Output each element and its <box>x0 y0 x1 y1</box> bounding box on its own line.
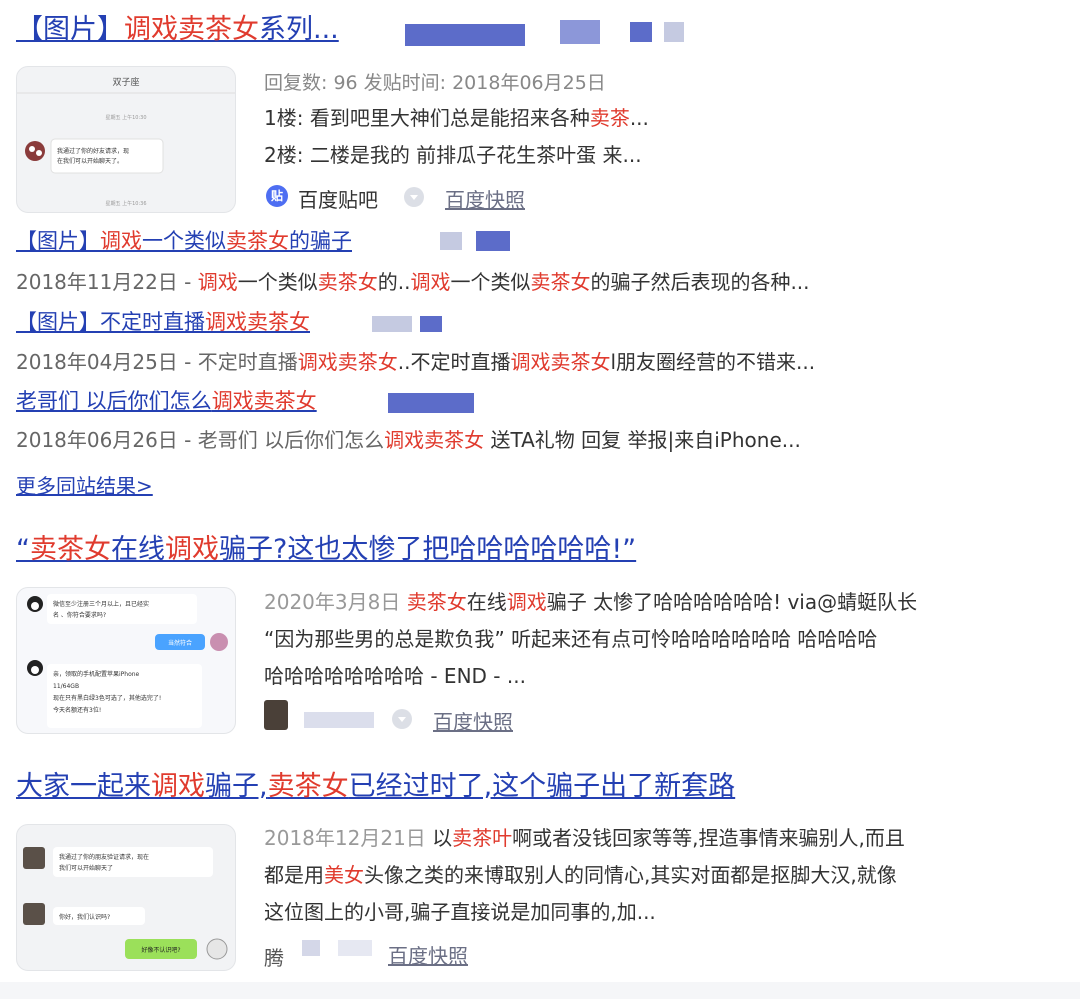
sub-result-1-title[interactable]: 【图片】调戏一个类似卖茶女的骗子 <box>16 229 352 253</box>
qq-chat-image: 微信至少注册三个月以上，且已经实 名 、你符合要求吗? 当然符合 亲，领取的手机… <box>27 594 228 728</box>
snapshot-link[interactable]: 百度快照 <box>445 184 525 213</box>
svg-text:在我们可以开始聊天了。: 在我们可以开始聊天了。 <box>57 157 123 165</box>
snapshot-link[interactable]: 百度快照 <box>433 706 513 735</box>
redacted-block <box>388 393 474 413</box>
title-suffix: 系列... <box>259 14 339 45</box>
svg-text:当然符合: 当然符合 <box>168 639 192 647</box>
redacted-block <box>630 22 652 42</box>
result-2-thumbnail[interactable]: 微信至少注册三个月以上，且已经实 名 、你符合要求吗? 当然符合 亲，领取的手机… <box>16 587 236 734</box>
svg-text:今天名额还有3位!: 今天名额还有3位! <box>53 706 101 714</box>
result-2-line-3: 哈哈哈哈哈哈哈哈 - END - ... <box>264 664 526 688</box>
result-3-title[interactable]: 大家一起来调戏骗子,卖茶女已经过时了,这个骗子出了新套路 <box>16 771 735 802</box>
result-2-title[interactable]: “卖茶女在线调戏骗子?这也太惨了把哈哈哈哈哈哈!” <box>16 534 636 565</box>
title-prefix: 【图片】 <box>16 14 124 45</box>
redacted-block <box>372 316 412 332</box>
sub-result-1-snippet: 2018年11月22日 - 调戏一个类似卖茶女的..调戏一个类似卖茶女的骗子然后… <box>16 270 810 294</box>
result-2-line-2: “因为那些男的总是欺负我” 听起来还有点可怜哈哈哈哈哈哈 哈哈哈哈 <box>264 627 878 651</box>
svg-text:名 、你符合要求吗?: 名 、你符合要求吗? <box>53 611 106 619</box>
redacted-block <box>476 231 510 251</box>
redacted-block <box>664 22 684 42</box>
result-1-meta: 回复数: 96 发贴时间: 2018年06月25日 <box>264 72 606 94</box>
source-name[interactable]: 百度贴吧 <box>298 184 378 213</box>
chat-screenshot-image: 双子座 星期五 上午10:30 我通过了你的好友请求，现 在我们可以开始聊天了。… <box>17 76 235 207</box>
thumb-time: 星期五 上午10:30 <box>106 114 147 121</box>
snapshot-link[interactable]: 百度快照 <box>388 940 468 969</box>
source-avatar <box>264 700 288 730</box>
result-1-title[interactable]: 【图片】调戏卖茶女系列... <box>16 14 339 45</box>
wechat-chat-image: 我通过了你的朋友验证请求，现在 我们可以开始聊天了 你好，我们认识吗? 好像不认… <box>23 847 228 960</box>
thumb-time: 星期五 上午10:36 <box>106 200 147 207</box>
dropdown-circle-icon[interactable] <box>404 187 424 207</box>
tieba-icon: 贴 <box>266 185 288 207</box>
redacted-block <box>302 940 320 956</box>
result-3-line-1: 2018年12月21日 以卖茶叶啊或者没钱回家等等,捏造事情来骗别人,而且 <box>264 826 905 850</box>
thumb-header: 双子座 <box>112 76 139 88</box>
result-3-thumbnail[interactable]: 我通过了你的朋友验证请求，现在 我们可以开始聊天了 你好，我们认识吗? 好像不认… <box>16 824 236 971</box>
svg-text:微信至少注册三个月以上，且已经实: 微信至少注册三个月以上，且已经实 <box>53 600 149 608</box>
redacted-block <box>405 24 525 46</box>
result-3-line-2: 都是用美女头像之类的来博取别人的同情心,其实对面都是抠脚大汉,就像 <box>264 863 897 887</box>
svg-text:亲，领取的手机配置苹果iPhone: 亲，领取的手机配置苹果iPhone <box>53 670 140 678</box>
floor-2: 2楼: 二楼是我的 前排瓜子花生茶叶蛋 来... <box>264 143 642 167</box>
svg-text:我通过了你的好友请求，现: 我通过了你的好友请求，现 <box>57 147 129 155</box>
sub-result-3-snippet: 2018年06月26日 - 老哥们 以后你们怎么调戏卖茶女 送TA礼物 回复 举… <box>16 428 801 452</box>
source-char: 腾 <box>264 946 284 970</box>
sub-result-2-title[interactable]: 【图片】不定时直播调戏卖茶女 <box>16 310 310 334</box>
result-2-line-1: 2020年3月8日 卖茶女在线调戏骗子 太惨了哈哈哈哈哈哈! via@蜻蜓队长 <box>264 590 918 614</box>
redacted-block <box>560 20 600 44</box>
sub-result-3-title[interactable]: 老哥们 以后你们怎么调戏卖茶女 <box>16 389 317 413</box>
svg-text:我们可以开始聊天了: 我们可以开始聊天了 <box>59 864 113 872</box>
svg-text:现在只有黑白绿3色可选了，其他选完了!: 现在只有黑白绿3色可选了，其他选完了! <box>53 694 161 702</box>
more-results-link[interactable]: 更多同站结果> <box>16 470 153 499</box>
redacted-block <box>338 940 372 956</box>
svg-text:我通过了你的朋友验证请求，现在: 我通过了你的朋友验证请求，现在 <box>59 853 149 861</box>
svg-text:你好，我们认识吗?: 你好，我们认识吗? <box>59 913 110 921</box>
redacted-block <box>420 316 442 332</box>
redacted-block <box>440 232 462 250</box>
redacted-block <box>304 712 374 728</box>
page-bottom-band <box>0 982 1080 999</box>
dropdown-circle-icon[interactable] <box>392 709 412 729</box>
title-highlight: 调戏卖茶女 <box>124 14 259 45</box>
sub-result-2-snippet: 2018年04月25日 - 不定时直播调戏卖茶女..不定时直播调戏卖茶女l朋友圈… <box>16 350 816 374</box>
result-1-thumbnail[interactable]: 双子座 星期五 上午10:30 我通过了你的好友请求，现 在我们可以开始聊天了。… <box>16 66 236 213</box>
result-3-line-3: 这位图上的小哥,骗子直接说是加同事的,加... <box>264 900 656 924</box>
svg-text:11/64GB: 11/64GB <box>53 683 79 690</box>
svg-text:好像不认识吧?: 好像不认识吧? <box>141 946 180 954</box>
floor-1: 1楼: 看到吧里大神们总是能招来各种卖茶... <box>264 106 649 130</box>
